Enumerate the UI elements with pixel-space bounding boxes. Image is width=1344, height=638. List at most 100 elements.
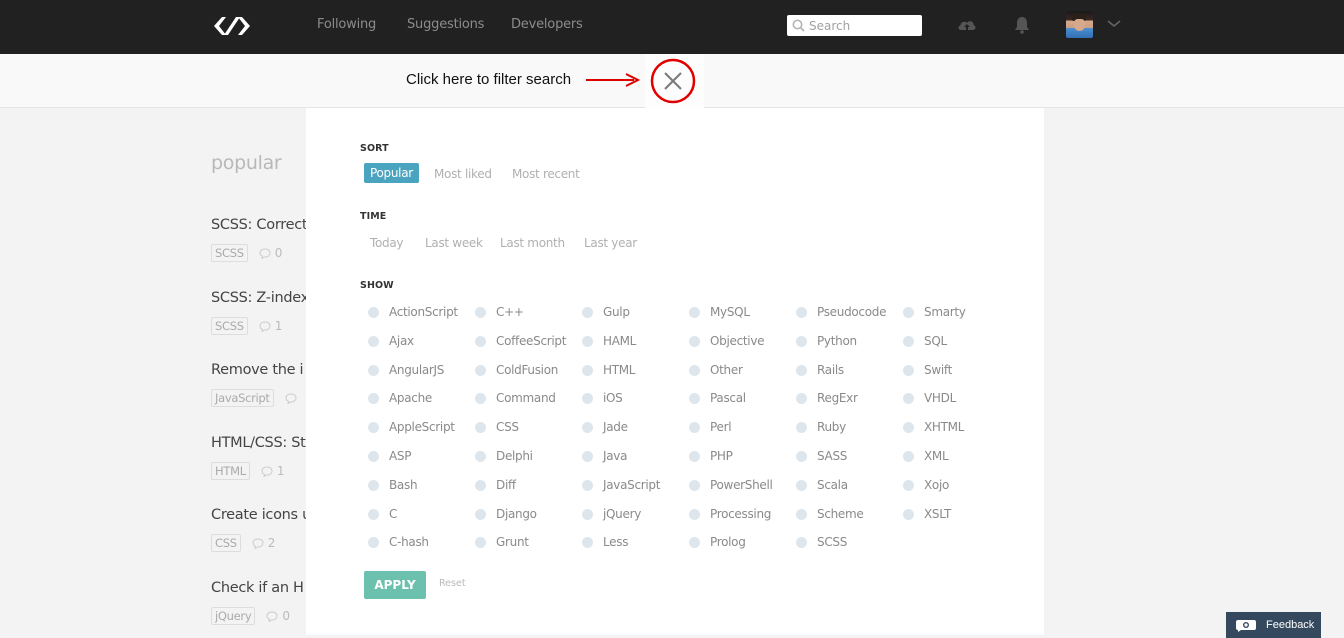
checkbox-circle-icon[interactable]: [475, 451, 486, 462]
checkbox-circle-icon[interactable]: [796, 537, 807, 548]
sort-option-most-liked[interactable]: Most liked: [434, 167, 492, 181]
checkbox-circle-icon[interactable]: [582, 336, 593, 347]
checkbox-circle-icon[interactable]: [475, 422, 486, 433]
checkbox-circle-icon[interactable]: [582, 480, 593, 491]
post-title[interactable]: SCSS: Z-index: [211, 290, 311, 306]
checkbox-circle-icon[interactable]: [689, 307, 700, 318]
post-title[interactable]: Check if an H: [211, 580, 311, 596]
checkbox-circle-icon[interactable]: [582, 509, 593, 520]
close-filter-button[interactable]: [650, 58, 696, 104]
checkbox-circle-icon[interactable]: [903, 307, 914, 318]
time-option-today[interactable]: Today: [370, 236, 404, 250]
checkbox-circle-icon[interactable]: [796, 451, 807, 462]
bell-icon[interactable]: [1011, 14, 1033, 36]
checkbox-circle-icon[interactable]: [796, 480, 807, 491]
checkbox-circle-icon[interactable]: [368, 537, 379, 548]
checkbox-circle-icon[interactable]: [368, 336, 379, 347]
apply-button[interactable]: APPLY: [364, 571, 426, 599]
reset-link[interactable]: Reset: [439, 578, 466, 589]
language-label: iOS: [603, 391, 623, 405]
nav-following[interactable]: Following: [317, 17, 376, 32]
user-avatar[interactable]: [1066, 11, 1093, 38]
checkbox-circle-icon[interactable]: [475, 336, 486, 347]
checkbox-circle-icon[interactable]: [689, 509, 700, 520]
language-label: JavaScript: [603, 478, 661, 492]
checkbox-circle-icon[interactable]: [475, 537, 486, 548]
checkbox-circle-icon[interactable]: [368, 451, 379, 462]
checkbox-circle-icon[interactable]: [582, 537, 593, 548]
checkbox-circle-icon[interactable]: [796, 336, 807, 347]
checkbox-circle-icon[interactable]: [903, 336, 914, 347]
chevron-down-icon[interactable]: [1106, 16, 1122, 32]
checkbox-circle-icon[interactable]: [368, 509, 379, 520]
post-tag[interactable]: SCSS: [211, 244, 248, 262]
language-label: Scala: [817, 478, 848, 492]
comment-icon: [252, 538, 264, 550]
checkbox-circle-icon[interactable]: [368, 422, 379, 433]
post-tag[interactable]: CSS: [211, 534, 241, 552]
post-tag[interactable]: SCSS: [211, 317, 248, 335]
checkbox-circle-icon[interactable]: [475, 365, 486, 376]
logo-icon[interactable]: [212, 14, 252, 38]
checkbox-circle-icon[interactable]: [796, 365, 807, 376]
comment-icon: [285, 393, 297, 405]
checkbox-circle-icon[interactable]: [903, 365, 914, 376]
checkbox-circle-icon[interactable]: [475, 509, 486, 520]
checkbox-circle-icon[interactable]: [689, 422, 700, 433]
list-heading: popular: [211, 152, 282, 174]
checkbox-circle-icon[interactable]: [582, 365, 593, 376]
checkbox-circle-icon[interactable]: [796, 509, 807, 520]
language-label: SQL: [924, 334, 947, 348]
checkbox-circle-icon[interactable]: [903, 393, 914, 404]
checkbox-circle-icon[interactable]: [368, 307, 379, 318]
checkbox-circle-icon[interactable]: [903, 509, 914, 520]
post-title[interactable]: HTML/CSS: St: [211, 435, 311, 451]
comment-icon: [261, 466, 273, 478]
checkbox-circle-icon[interactable]: [903, 451, 914, 462]
checkbox-circle-icon[interactable]: [689, 336, 700, 347]
checkbox-circle-icon[interactable]: [903, 422, 914, 433]
checkbox-circle-icon[interactable]: [689, 393, 700, 404]
checkbox-circle-icon[interactable]: [475, 393, 486, 404]
post-tag[interactable]: HTML: [211, 462, 250, 480]
nav-suggestions[interactable]: Suggestions: [407, 17, 484, 32]
checkbox-circle-icon[interactable]: [689, 480, 700, 491]
post-title[interactable]: Create icons u: [211, 507, 311, 523]
checkbox-circle-icon[interactable]: [689, 537, 700, 548]
checkbox-circle-icon[interactable]: [796, 393, 807, 404]
language-label: C: [389, 507, 398, 521]
checkbox-circle-icon[interactable]: [796, 422, 807, 433]
checkbox-circle-icon[interactable]: [368, 393, 379, 404]
language-label: Rails: [817, 363, 844, 377]
time-option-last-week[interactable]: Last week: [425, 236, 483, 250]
checkbox-circle-icon[interactable]: [368, 365, 379, 376]
time-option-last-year[interactable]: Last year: [584, 236, 637, 250]
sort-option-most-recent[interactable]: Most recent: [512, 167, 580, 181]
checkbox-circle-icon[interactable]: [475, 307, 486, 318]
post-title[interactable]: SCSS: Correct: [211, 217, 311, 233]
checkbox-circle-icon[interactable]: [903, 480, 914, 491]
checkbox-circle-icon[interactable]: [582, 422, 593, 433]
time-option-last-month[interactable]: Last month: [500, 236, 565, 250]
checkbox-circle-icon[interactable]: [582, 393, 593, 404]
search-input[interactable]: [809, 17, 917, 34]
sort-label: SORT: [360, 143, 389, 154]
feedback-button[interactable]: Feedback: [1226, 612, 1321, 638]
checkbox-circle-icon[interactable]: [689, 365, 700, 376]
nav-developers[interactable]: Developers: [511, 17, 583, 32]
post-tag[interactable]: jQuery: [211, 607, 256, 625]
checkbox-circle-icon[interactable]: [582, 307, 593, 318]
checkbox-circle-icon[interactable]: [368, 480, 379, 491]
cloud-upload-icon[interactable]: [956, 14, 978, 36]
checkbox-circle-icon[interactable]: [582, 451, 593, 462]
post-tag[interactable]: JavaScript: [211, 389, 274, 407]
sort-option-popular[interactable]: Popular: [364, 163, 419, 183]
search-box[interactable]: [787, 15, 922, 36]
checkbox-circle-icon[interactable]: [796, 307, 807, 318]
post-title[interactable]: Remove the i: [211, 362, 311, 378]
post-item: HTML/CSS: St HTML 1: [211, 435, 311, 480]
language-label: PHP: [710, 449, 733, 463]
checkbox-circle-icon[interactable]: [475, 480, 486, 491]
language-label: Jade: [603, 420, 628, 434]
checkbox-circle-icon[interactable]: [689, 451, 700, 462]
